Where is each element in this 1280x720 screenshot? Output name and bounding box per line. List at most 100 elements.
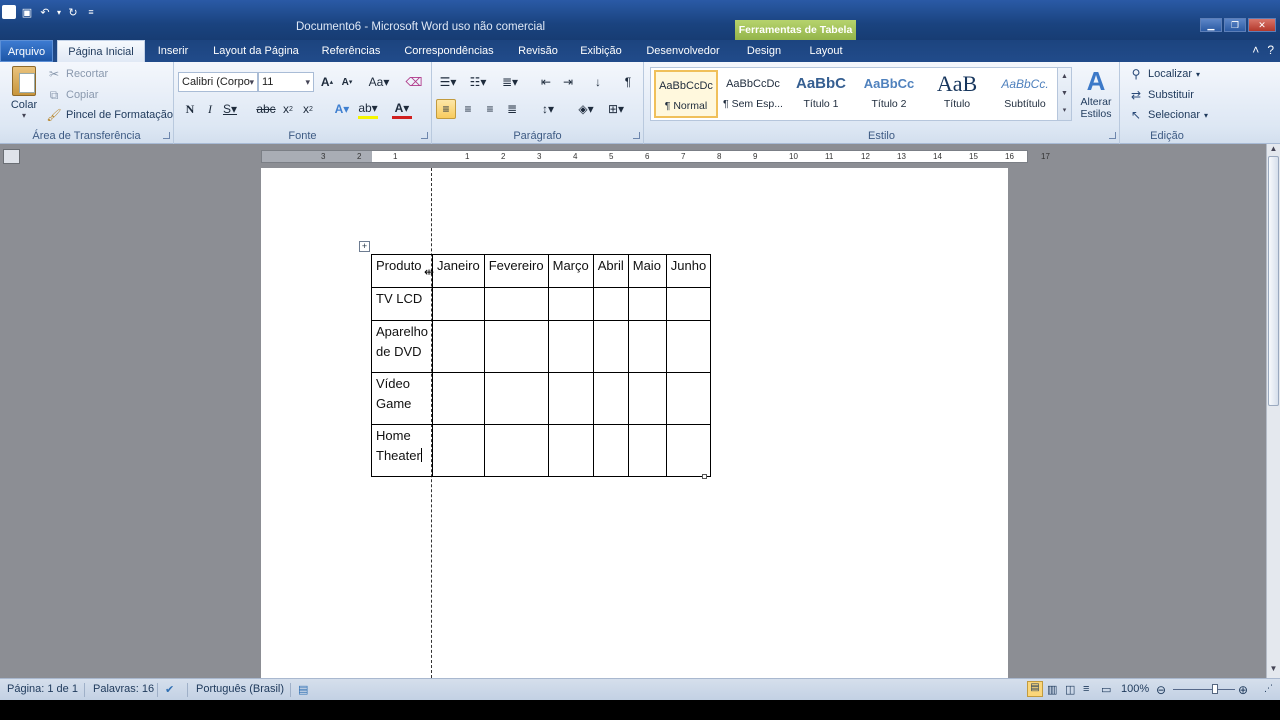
tab-pagina-inicial[interactable]: Página Inicial [57,40,145,62]
vertical-scrollbar[interactable]: ▲ ▼ [1266,144,1280,678]
macro-icon[interactable]: ▤ [298,683,308,696]
underline-icon[interactable]: S▾ [220,99,240,119]
highlight-icon[interactable]: ab▾ [358,99,378,119]
tab-inserir[interactable]: Inserir [150,40,196,62]
header-cell[interactable]: Abril [592,254,629,288]
table-cell[interactable] [592,372,629,425]
table-cell[interactable] [627,372,667,425]
table-cell[interactable] [627,320,667,373]
italic-icon[interactable]: I [200,99,220,119]
table-move-handle-icon[interactable]: + [359,241,370,252]
table-cell[interactable] [432,287,485,321]
minimize-ribbon-icon[interactable]: ˄ [1252,43,1259,57]
font-size-select[interactable]: 11 [258,72,314,92]
customize-qat-icon[interactable]: ≡ [84,5,98,19]
replace-button[interactable]: ⇄ Substituir [1128,86,1194,104]
styles-scroll[interactable]: ▲ ▼ ▾ [1057,68,1071,120]
product-cell[interactable]: Home Theater [370,424,434,477]
tab-selector[interactable] [3,149,20,164]
style-heading-2[interactable]: AaBbCc Título 2 [857,70,921,118]
strikethrough-icon[interactable]: abc [256,99,276,119]
font-family-select[interactable]: Calibri (Corpo [178,72,258,92]
zoom-in-icon[interactable]: ⊕ [1238,683,1248,697]
table-cell[interactable] [665,372,712,425]
tab-arquivo[interactable]: Arquivo [0,40,53,62]
cut-button[interactable]: ✂ Recortar [46,65,108,83]
style-normal[interactable]: AaBbCcDc ¶ Normal [654,70,718,118]
header-cell[interactable]: Maio [627,254,667,288]
table-cell[interactable] [432,372,485,425]
redo-icon[interactable]: ↻ [66,5,80,19]
table-cell[interactable] [547,424,594,477]
line-spacing-icon[interactable]: ↕▾ [536,99,560,119]
tab-desenvolvedor[interactable]: Desenvolvedor [640,40,726,62]
table-cell[interactable] [483,287,549,321]
resize-grip-icon[interactable]: ⋰ [1264,683,1273,694]
header-cell[interactable]: Fevereiro [483,254,549,288]
style-subtitle[interactable]: AaBbCc. Subtítulo [993,70,1057,118]
table-cell[interactable] [665,287,712,321]
zoom-level[interactable]: 100% [1121,683,1149,695]
format-painter-button[interactable]: 🖌 Pincel de Formatação [46,106,173,124]
text-effects-icon[interactable]: A▾ [332,99,352,119]
align-left-icon[interactable]: ≡ [436,99,456,119]
table-cell[interactable] [483,372,549,425]
table-cell[interactable] [592,424,629,477]
tab-revisao[interactable]: Revisão [512,40,564,62]
proofing-icon[interactable]: ✔ [165,683,174,696]
clipboard-launcher-icon[interactable] [163,132,170,139]
help-icon[interactable]: ? [1267,43,1274,57]
tab-layout[interactable]: Layout [800,40,852,62]
maximize-icon[interactable]: ❐ [1224,18,1246,32]
font-launcher-icon[interactable] [421,132,428,139]
align-right-icon[interactable]: ≡ [480,99,500,119]
product-cell[interactable]: Vídeo Game [370,372,434,425]
paste-button[interactable]: Colar ▾ [7,66,41,120]
table-cell[interactable] [432,320,485,373]
header-cell[interactable]: Março [547,254,594,288]
word-count[interactable]: Palavras: 16 [93,683,154,695]
header-cell[interactable]: Junho [665,254,712,288]
table-resize-handle[interactable] [702,474,707,479]
scroll-down-icon[interactable]: ▼ [1267,664,1280,678]
table-cell[interactable] [547,320,594,373]
table-cell[interactable] [627,424,667,477]
print-layout-icon[interactable]: ▤ [1027,681,1043,697]
page-count[interactable]: Página: 1 de 1 [7,683,78,695]
table-cell[interactable] [665,320,712,373]
save-icon[interactable]: ▣ [20,5,34,19]
tab-referencias[interactable]: Referências [316,40,386,62]
tab-layout-pagina[interactable]: Layout da Página [206,40,306,62]
copy-button[interactable]: ⧉ Copiar [46,86,99,104]
data-table[interactable]: Produto Janeiro Fevereiro Março Abril Ma… [370,254,712,477]
paragraph-launcher-icon[interactable] [633,132,640,139]
zoom-out-icon[interactable]: ⊖ [1156,683,1166,697]
product-cell[interactable]: Aparelho de DVD [370,320,434,373]
decrease-indent-icon[interactable]: ⇤ [536,72,556,92]
table-cell[interactable] [547,372,594,425]
outline-icon[interactable]: ≡ [1083,683,1089,695]
zoom-slider[interactable] [1173,689,1235,690]
clear-formatting-icon[interactable]: ⌫ [404,72,424,92]
change-styles-button[interactable]: A Alterar Estilos [1075,66,1117,126]
table-cell[interactable] [483,320,549,373]
web-layout-icon[interactable]: ◫ [1065,683,1075,696]
align-center-icon[interactable]: ≡ [458,99,478,119]
table-cell[interactable] [592,320,629,373]
font-color-icon[interactable]: A▾ [392,99,412,119]
word-logo-icon[interactable]: W [2,5,16,19]
tab-correspondencias[interactable]: Correspondências [398,40,500,62]
tab-exibicao[interactable]: Exibição [576,40,626,62]
product-cell[interactable]: TV LCD [370,287,434,321]
bold-icon[interactable]: N [180,99,200,119]
subscript-icon[interactable]: x2 [278,99,298,119]
styles-launcher-icon[interactable] [1109,132,1116,139]
multilevel-list-icon[interactable]: ≣▾ [498,72,522,92]
style-title[interactable]: AaB Título [925,70,989,118]
draft-icon[interactable]: ▭ [1101,683,1111,696]
style-no-spacing[interactable]: AaBbCcDc ¶ Sem Esp... [721,70,785,118]
table-cell[interactable] [483,424,549,477]
close-icon[interactable]: ✕ [1248,18,1276,32]
shrink-font-icon[interactable]: A ▾ [337,72,357,92]
change-case-icon[interactable]: Aa▾ [366,72,392,92]
